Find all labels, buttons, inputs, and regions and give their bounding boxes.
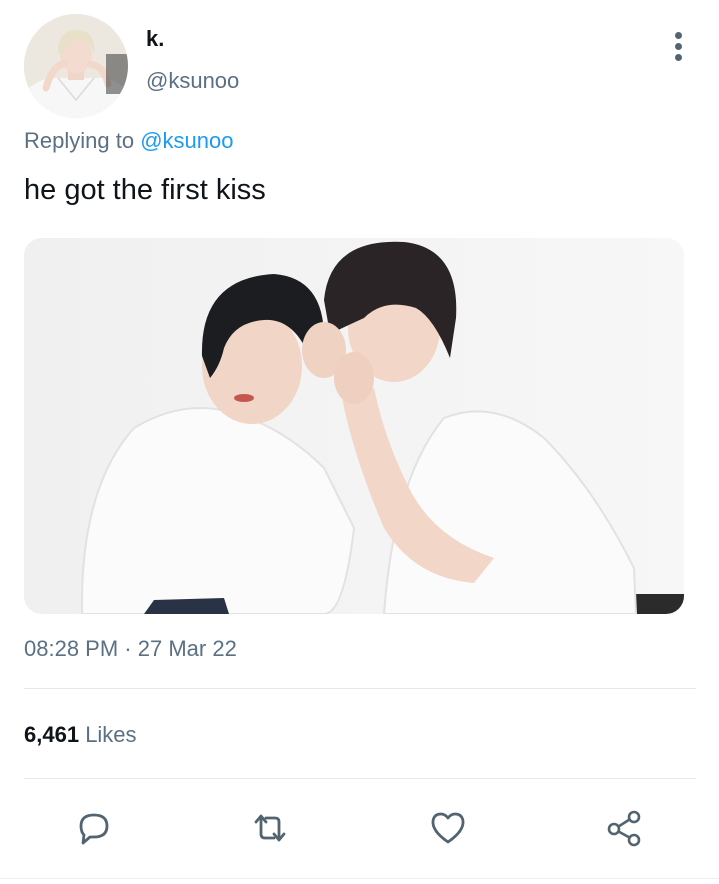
photo-image xyxy=(24,238,684,614)
tweet-date: 27 Mar 22 xyxy=(137,636,237,661)
share-icon xyxy=(607,810,641,847)
likes-count: 6,461 xyxy=(24,722,80,747)
like-button[interactable] xyxy=(426,806,470,850)
tweet-timestamp[interactable]: 08:28 PM · 27 Mar 22 xyxy=(24,636,237,662)
bottom-divider xyxy=(0,878,719,879)
replying-to-label: Replying to xyxy=(24,128,135,153)
tweet-detail: k. @ksunoo Replying to @ksunoo he got th… xyxy=(0,0,719,884)
tweet-text: he got the first kiss xyxy=(24,174,266,206)
divider xyxy=(24,688,696,689)
more-dot xyxy=(674,32,682,39)
likes-stat[interactable]: 6,461 Likes xyxy=(24,722,137,748)
heart-icon xyxy=(431,812,465,844)
share-button[interactable] xyxy=(602,806,646,850)
likes-label: Likes xyxy=(85,722,137,747)
timestamp-separator: · xyxy=(124,636,132,661)
author-display-name[interactable]: k. xyxy=(146,26,164,52)
replying-to-line: Replying to @ksunoo xyxy=(24,128,233,154)
replying-to-handle-link[interactable]: @ksunoo xyxy=(140,128,233,153)
tweet-time: 08:28 PM xyxy=(24,636,119,661)
avatar-image xyxy=(24,14,128,118)
author-handle[interactable]: @ksunoo xyxy=(146,68,239,94)
more-dot xyxy=(674,54,682,61)
author-avatar[interactable] xyxy=(24,14,128,118)
more-options-icon[interactable] xyxy=(668,32,688,66)
tweet-media-photo[interactable] xyxy=(24,238,684,614)
more-dot xyxy=(674,43,682,50)
retweet-icon xyxy=(254,814,286,842)
speech-bubble-icon xyxy=(79,813,109,845)
reply-button[interactable] xyxy=(72,806,116,850)
retweet-button[interactable] xyxy=(248,806,292,850)
divider xyxy=(24,778,696,779)
